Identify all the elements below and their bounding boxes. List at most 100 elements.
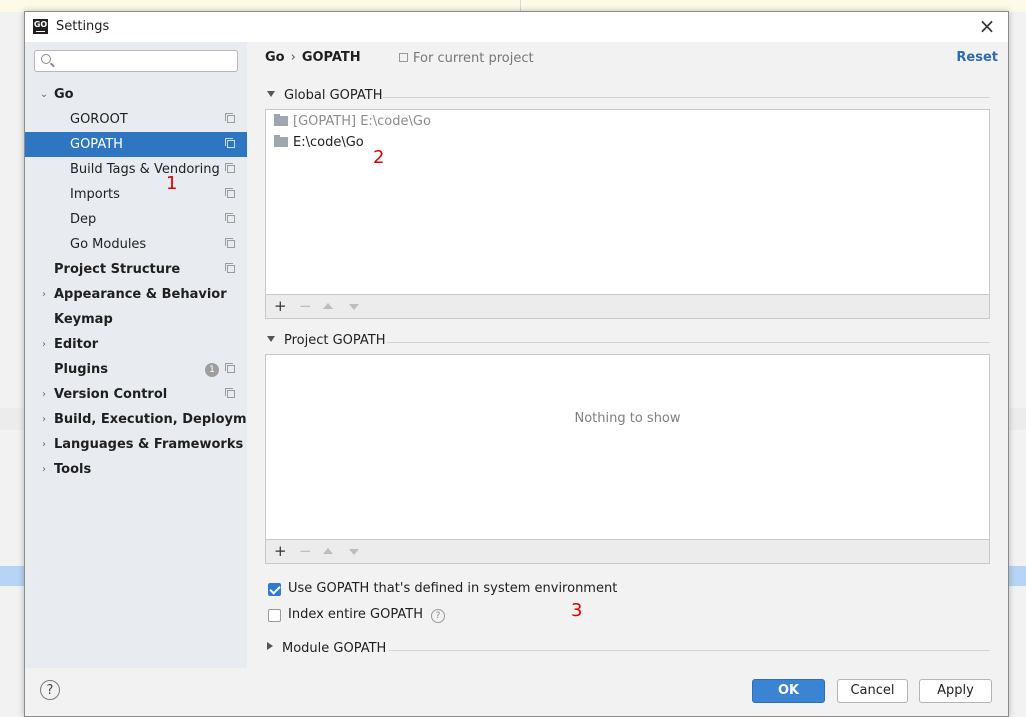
tree-item-gopath[interactable]: GOPATH xyxy=(25,132,247,157)
project-scope-icon xyxy=(225,263,235,273)
tree-item-goroot[interactable]: GOROOT xyxy=(25,107,247,132)
section-title: Global GOPATH xyxy=(284,88,383,103)
tree-item-go-modules[interactable]: Go Modules xyxy=(25,232,247,257)
tree-item-label: Dep xyxy=(70,212,97,227)
chevron-right-icon[interactable]: › xyxy=(39,432,49,457)
section-title: Module GOPATH xyxy=(282,641,387,656)
section-title: Project GOPATH xyxy=(284,333,386,348)
tree-item-languages[interactable]: › Languages & Frameworks xyxy=(25,432,247,457)
tree-item-editor[interactable]: › Editor xyxy=(25,332,247,357)
separator xyxy=(383,97,990,98)
breadcrumb-current: GOPATH xyxy=(301,50,361,65)
tree-item-label: Build, Execution, Deployment xyxy=(54,412,271,427)
remove-icon[interactable]: − xyxy=(299,542,312,560)
move-down-icon[interactable] xyxy=(349,549,359,555)
tree-item-label: Imports xyxy=(70,187,120,202)
chevron-right-icon[interactable]: › xyxy=(39,332,49,357)
tree-item-label: Tools xyxy=(54,462,92,477)
help-icon[interactable]: ? xyxy=(430,609,445,623)
list-item-text: [GOPATH] E:\code\Go xyxy=(293,114,431,129)
project-scope-icon xyxy=(225,113,235,123)
index-entire-gopath-label[interactable]: Index entire GOPATH xyxy=(288,607,423,622)
cancel-button[interactable]: Cancel xyxy=(837,679,908,703)
tree-item-label: Build Tags & Vendoring xyxy=(70,162,220,177)
move-up-icon[interactable] xyxy=(323,548,333,554)
plugins-count-badge: 1 xyxy=(205,363,219,377)
settings-content: Go › GOPATH For current project Reset Glob… xyxy=(247,42,1008,668)
add-icon[interactable]: + xyxy=(274,297,287,315)
project-scope-icon xyxy=(225,163,235,173)
global-gopath-header[interactable]: Global GOPATH xyxy=(267,87,383,105)
project-gopath-toolbar: + − xyxy=(265,540,990,564)
chevron-right-icon[interactable]: › xyxy=(39,282,49,307)
tree-item-plugins[interactable]: Plugins 1 xyxy=(25,357,247,382)
list-item[interactable]: E:\code\Go xyxy=(274,134,364,152)
tree-item-label: Appearance & Behavior xyxy=(54,287,227,302)
help-button[interactable]: ? xyxy=(40,680,60,700)
global-gopath-toolbar: + − xyxy=(265,295,990,319)
tree-item-label: Keymap xyxy=(54,312,113,327)
tree-item-build-execution[interactable]: › Build, Execution, Deployment xyxy=(25,407,271,432)
chevron-right-icon[interactable]: › xyxy=(39,382,49,407)
tree-item-imports[interactable]: Imports xyxy=(25,182,247,207)
breadcrumb: Go › GOPATH xyxy=(265,50,361,65)
use-system-gopath-label[interactable]: Use GOPATH that's defined in system envi… xyxy=(288,581,617,596)
project-scope-icon xyxy=(225,188,235,198)
tree-item-tools[interactable]: › Tools xyxy=(25,457,247,482)
tree-item-label: Project Structure xyxy=(54,262,181,277)
folder-icon xyxy=(274,135,288,147)
title-bar: GO Settings × xyxy=(25,12,1008,42)
annotation-marker-3: 3 xyxy=(571,600,583,621)
window-title: Settings xyxy=(56,19,110,34)
tree-item-version-control[interactable]: › Version Control xyxy=(25,382,247,407)
collapse-triangle-icon xyxy=(267,336,275,342)
empty-state-text: Nothing to show xyxy=(574,411,681,426)
tree-item-project-structure[interactable]: Project Structure xyxy=(25,257,247,282)
remove-icon[interactable]: − xyxy=(299,297,312,315)
ok-button[interactable]: OK xyxy=(752,679,825,703)
breadcrumb-parent[interactable]: Go xyxy=(265,50,285,65)
reset-link[interactable]: Reset xyxy=(956,50,998,65)
tree-item-keymap[interactable]: Keymap xyxy=(25,307,247,332)
separator xyxy=(387,342,990,343)
index-entire-gopath-checkbox[interactable] xyxy=(268,609,281,622)
tree-item-appearance[interactable]: › Appearance & Behavior xyxy=(25,282,247,307)
separator xyxy=(389,650,990,651)
global-gopath-list[interactable]: [GOPATH] E:\code\Go E:\code\Go 2 xyxy=(265,109,990,295)
index-entire-gopath-row: Index entire GOPATH? xyxy=(288,607,445,623)
scope-note: For current project xyxy=(399,51,534,66)
apply-button[interactable]: Apply xyxy=(919,679,992,703)
chevron-right-icon[interactable]: › xyxy=(39,407,49,432)
tree-item-label: Plugins xyxy=(54,362,108,377)
project-scope-icon xyxy=(225,213,235,223)
tree-item-build-tags[interactable]: Build Tags & Vendoring xyxy=(25,157,247,182)
tree-item-label: GOPATH xyxy=(70,137,123,152)
chevron-right-icon[interactable]: › xyxy=(39,457,49,482)
add-icon[interactable]: + xyxy=(274,542,287,560)
tree-item-label: Go Modules xyxy=(70,237,147,252)
move-up-icon[interactable] xyxy=(323,303,333,309)
tree-item-label: GOROOT xyxy=(70,112,128,127)
project-scope-icon xyxy=(399,53,408,62)
chevron-down-icon[interactable]: ⌄ xyxy=(39,82,49,107)
settings-search-input[interactable] xyxy=(34,50,238,72)
tree-item-label: Go xyxy=(54,87,74,102)
list-item-text: E:\code\Go xyxy=(293,135,364,150)
tree-item-label: Languages & Frameworks xyxy=(54,437,244,452)
use-system-gopath-checkbox[interactable] xyxy=(268,583,281,596)
tree-item-dep[interactable]: Dep xyxy=(25,207,247,232)
move-down-icon[interactable] xyxy=(349,304,359,310)
project-gopath-header[interactable]: Project GOPATH xyxy=(267,332,386,350)
breadcrumb-separator: › xyxy=(290,50,296,65)
module-gopath-header[interactable]: Module GOPATH xyxy=(267,640,386,658)
tree-item-label: Version Control xyxy=(54,387,168,402)
settings-dialog: GO Settings × ⌄ Go GOROOT GOPATH Build T… xyxy=(24,11,1009,717)
folder-icon xyxy=(274,114,288,126)
annotation-marker-1: 1 xyxy=(166,173,178,194)
close-button[interactable]: × xyxy=(976,16,998,38)
tree-item-go[interactable]: ⌄ Go xyxy=(25,82,247,107)
expand-triangle-icon xyxy=(267,642,273,650)
list-item[interactable]: [GOPATH] E:\code\Go xyxy=(274,113,431,131)
project-scope-icon xyxy=(225,238,235,248)
project-gopath-list[interactable]: Nothing to show xyxy=(265,354,990,540)
